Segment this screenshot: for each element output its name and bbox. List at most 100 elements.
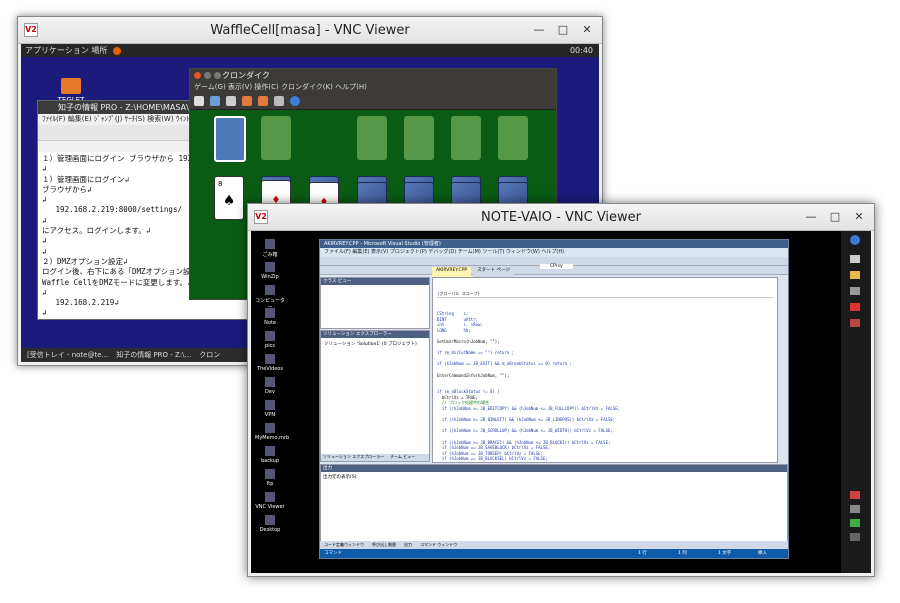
taskbar-item[interactable]: クロン bbox=[199, 350, 220, 360]
window-title: WaffleCell[masa] - VNC Viewer bbox=[210, 22, 410, 38]
close-icon[interactable]: ✕ bbox=[576, 20, 598, 38]
scope-dropdown[interactable]: (グローバル スコープ) bbox=[437, 291, 773, 298]
output-pane[interactable]: 出力 出力元の表示(S): bbox=[320, 464, 788, 550]
maximize-icon[interactable]: □ bbox=[552, 20, 574, 38]
close-icon[interactable]: ✕ bbox=[848, 207, 870, 225]
desktop-icon[interactable]: TheVideos bbox=[255, 354, 285, 372]
folder-icon bbox=[265, 446, 275, 456]
code-line: if ((hJobNum == JB_BSPACE) && (m_nBlockS… bbox=[437, 462, 773, 463]
desktop-icon-label: TheVideos bbox=[257, 366, 283, 372]
desktop-icon[interactable]: Dev bbox=[255, 377, 285, 395]
maximize-icon[interactable]: □ bbox=[824, 207, 846, 225]
clock: 00:40 bbox=[569, 46, 593, 55]
remote-desktop-2[interactable]: ごみ箱 WinZip コンピューター Note pics TheVideos D… bbox=[251, 231, 871, 573]
maximize-icon[interactable] bbox=[214, 72, 221, 79]
minimize-icon[interactable]: — bbox=[528, 20, 550, 38]
status-ch: 1 文字 bbox=[718, 551, 732, 556]
pane-header: 出力 bbox=[321, 465, 787, 472]
minimize-icon[interactable]: — bbox=[800, 207, 822, 225]
svg-text:8: 8 bbox=[218, 180, 222, 188]
applications-menu[interactable]: アプリケーション 場所 bbox=[25, 45, 107, 56]
bottom-tab[interactable]: 呼び出し階層 bbox=[372, 541, 396, 549]
pane-tab[interactable]: ソリューション エクスプローラー bbox=[323, 454, 384, 461]
desktop-icon-label: WinZip bbox=[261, 274, 279, 280]
new-game-icon[interactable] bbox=[194, 96, 204, 106]
desktop-icon[interactable]: VPN bbox=[255, 400, 285, 418]
tray-icon[interactable] bbox=[850, 505, 860, 513]
svg-text:♠: ♠ bbox=[223, 193, 236, 209]
desktop-icon[interactable]: Desktop bbox=[255, 515, 285, 533]
status-text: コマンド bbox=[324, 551, 342, 556]
desktop-icon-label: Desktop bbox=[259, 527, 281, 533]
document-tabs: AKIRVREY.CPP スタート ページ bbox=[432, 267, 514, 277]
document-tab[interactable]: スタート ページ bbox=[473, 267, 514, 277]
visual-studio-window[interactable]: AKIRVREY.CPP - Microsoft Visual Studio (… bbox=[319, 239, 789, 559]
folder-icon bbox=[265, 377, 275, 387]
vs-menu[interactable]: ファイル(F) 編集(E) 表示(V) プロジェクト(P) デバッグ(D) チー… bbox=[320, 248, 788, 257]
vnc-window-note-vaio[interactable]: V2 NOTE-VAIO - VNC Viewer — □ ✕ ごみ箱 WinZ… bbox=[247, 203, 875, 577]
taskbar-item[interactable]: [受信トレイ - note@te... bbox=[27, 350, 108, 360]
desktop-icon[interactable]: VNC Viewer bbox=[255, 492, 285, 510]
desktop-icon[interactable]: pics bbox=[255, 331, 285, 349]
desktop-icon[interactable]: backup bbox=[255, 446, 285, 464]
desktop-icon[interactable]: MyMemo.mrb bbox=[255, 423, 289, 441]
game-menu[interactable]: ゲーム(G) 表示(V) 操作(C) クロンダイク(K) ヘルプ(H) bbox=[190, 82, 556, 93]
taskbar-item[interactable]: 知子の情報 PRO - Z:\... bbox=[116, 350, 191, 360]
vs-toolbar[interactable]: CPrsy bbox=[320, 257, 788, 269]
taskbar-app-icon[interactable] bbox=[850, 287, 860, 295]
foundation-slot[interactable] bbox=[404, 116, 434, 160]
solution-item[interactable]: ソリューション 'Solution1' (0 プロジェクト) bbox=[321, 338, 429, 350]
close-icon[interactable] bbox=[194, 72, 201, 79]
tray-icon[interactable] bbox=[850, 519, 860, 527]
folder-icon bbox=[61, 78, 81, 94]
output-source-label: 出力元の表示(S): bbox=[323, 475, 358, 480]
foundation-slot[interactable] bbox=[357, 116, 387, 160]
waste-slot[interactable] bbox=[261, 116, 291, 160]
desktop-icon-label: backup bbox=[260, 458, 280, 464]
window-titlebar[interactable]: V2 NOTE-VAIO - VNC Viewer — □ ✕ bbox=[248, 204, 874, 231]
help-icon[interactable] bbox=[290, 96, 300, 106]
desktop-icon[interactable]: ftp bbox=[255, 469, 285, 487]
bottom-tab[interactable]: 出力 bbox=[404, 541, 412, 549]
playing-card[interactable]: 8 ♠ bbox=[214, 176, 244, 220]
window-titlebar[interactable]: V2 WaffleCell[masa] - VNC Viewer — □ ✕ bbox=[18, 17, 602, 44]
foundation-slot[interactable] bbox=[498, 116, 528, 160]
desktop-icon-label: Dev bbox=[265, 389, 275, 395]
folder-icon bbox=[265, 354, 275, 364]
desktop-icon-label: pics bbox=[265, 343, 275, 349]
code-editor[interactable]: (グローバル スコープ) CString s; DINT uAttr; int i,… bbox=[432, 277, 778, 463]
bottom-tab[interactable]: コード定義ウィンドウ bbox=[324, 541, 364, 549]
stock-pile[interactable] bbox=[214, 116, 246, 162]
hint-icon[interactable] bbox=[274, 96, 284, 106]
restart-icon[interactable] bbox=[210, 96, 220, 106]
solution-explorer-pane[interactable]: ソリューション エクスプローラー ソリューション 'Solution1' (0 … bbox=[320, 330, 430, 462]
taskbar-app-icon[interactable] bbox=[850, 255, 860, 263]
undo-icon[interactable] bbox=[242, 96, 252, 106]
start-icon[interactable] bbox=[850, 235, 860, 245]
tray-icon[interactable] bbox=[850, 533, 860, 541]
redo-icon[interactable] bbox=[258, 96, 268, 106]
foundation-slot[interactable] bbox=[451, 116, 481, 160]
firefox-icon[interactable] bbox=[113, 46, 122, 55]
taskbar-app-icon[interactable] bbox=[850, 271, 860, 279]
config-combo[interactable]: CPrsy bbox=[540, 264, 573, 269]
bottom-tab[interactable]: コマンド ウィンドウ bbox=[420, 541, 457, 549]
desktop-icon[interactable]: WinZip bbox=[255, 262, 285, 280]
tray-icon[interactable] bbox=[850, 491, 860, 499]
bottom-tabs: コード定義ウィンドウ 呼び出し階層 出力 コマンド ウィンドウ bbox=[320, 541, 788, 549]
taskbar-app-icon[interactable] bbox=[850, 319, 860, 327]
pane-header: クラス ビュー bbox=[321, 278, 429, 285]
game-titlebar[interactable]: クロンダイク bbox=[190, 69, 556, 82]
minimize-icon[interactable] bbox=[204, 72, 211, 79]
document-tab[interactable]: AKIRVREY.CPP bbox=[432, 267, 472, 277]
folder-icon bbox=[265, 400, 275, 410]
taskbar-app-icon[interactable] bbox=[850, 303, 860, 311]
desktop-icon[interactable]: ごみ箱 bbox=[255, 239, 285, 258]
pane-tab[interactable]: チーム ビュー bbox=[390, 454, 415, 461]
desktop-icon-label: MyMemo.mrb bbox=[255, 435, 290, 441]
desktop-icon-label: VNC Viewer bbox=[255, 504, 285, 510]
deal-icon[interactable] bbox=[226, 96, 236, 106]
class-view-pane[interactable]: クラス ビュー bbox=[320, 277, 430, 329]
game-toolbar[interactable] bbox=[190, 93, 556, 110]
desktop-icon[interactable]: Note bbox=[255, 308, 285, 326]
